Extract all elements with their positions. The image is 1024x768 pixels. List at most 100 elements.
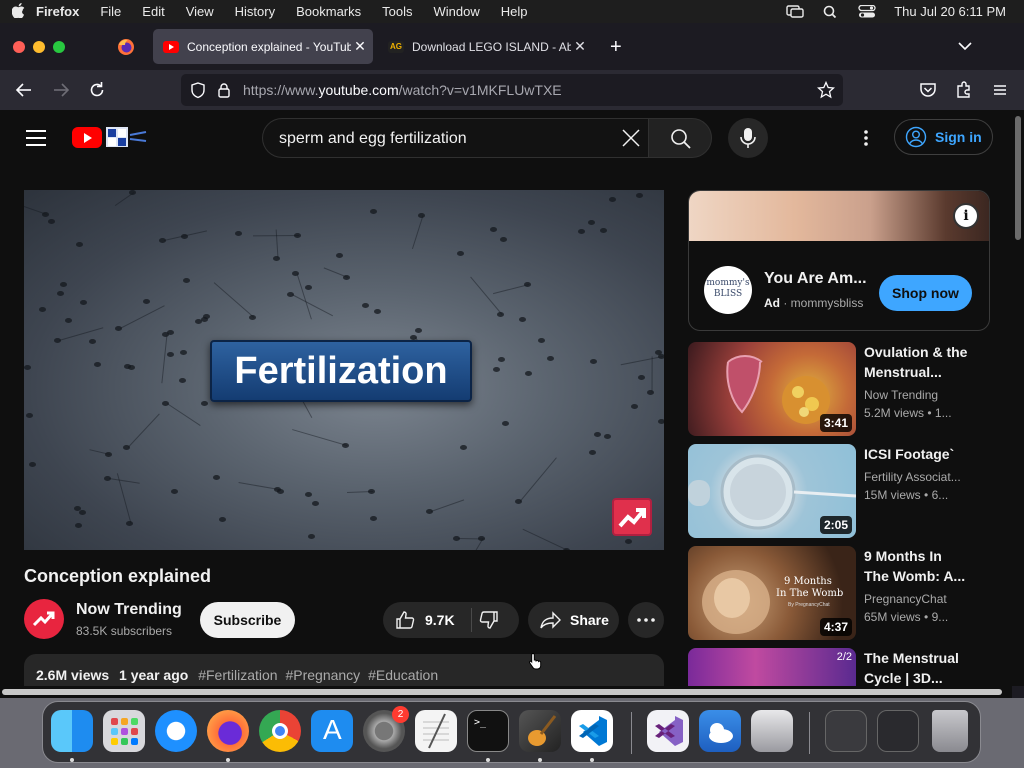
menu-file[interactable]: File	[100, 4, 121, 19]
ad-banner-image[interactable]: i	[689, 191, 989, 241]
hashtag-link[interactable]: #Education	[368, 667, 438, 683]
youtube-logo-icon[interactable]	[72, 127, 102, 148]
firefox-view-icon[interactable]	[116, 37, 136, 57]
video-thumbnail[interactable]: 3:41	[688, 342, 856, 436]
pocket-icon[interactable]	[918, 80, 938, 100]
recommended-video-title[interactable]: 9 Months In The Womb: A...	[864, 546, 974, 586]
menu-tools[interactable]: Tools	[382, 4, 412, 19]
recommended-video-title[interactable]: ICSI Footage`	[864, 444, 974, 464]
menubar-clock[interactable]: Thu Jul 20 6:11 PM	[894, 4, 1006, 19]
chrome-icon[interactable]	[259, 710, 301, 752]
recommended-video[interactable]: 2/2 The Menstrual Cycle | 3D...	[688, 648, 990, 686]
new-tab-button[interactable]: +	[610, 37, 622, 57]
search-input[interactable]: sperm and egg fertilization	[262, 118, 648, 158]
launchpad-icon[interactable]	[103, 710, 145, 752]
ad-info-icon[interactable]: i	[953, 203, 979, 229]
video-thumbnail[interactable]: 2/2	[688, 648, 856, 686]
ad-title[interactable]: You Are Am...	[764, 270, 867, 288]
control-center-icon[interactable]	[858, 5, 876, 18]
safari-icon[interactable]	[155, 710, 197, 752]
firefox-icon[interactable]	[207, 710, 249, 752]
like-button[interactable]: 9.7K	[383, 602, 471, 638]
recommended-video[interactable]: 9 Months In The Womb By PregnancyChat 4:…	[688, 546, 990, 640]
system-settings-icon[interactable]: 2	[363, 706, 409, 752]
close-tab-icon[interactable]: ✕	[571, 38, 589, 55]
disk-utility-icon[interactable]	[751, 710, 793, 752]
minimize-window-button[interactable]	[33, 41, 45, 53]
menu-app-name[interactable]: Firefox	[36, 4, 79, 19]
channel-name[interactable]: Now Trending	[76, 601, 182, 619]
bookmark-star-icon[interactable]	[817, 81, 835, 99]
tab-youtube[interactable]: Conception explained - YouTube ✕	[153, 29, 373, 64]
sperm-cell-decoration	[425, 509, 433, 515]
textedit-icon[interactable]	[415, 710, 457, 752]
recent-window-icon[interactable]	[825, 710, 867, 752]
back-arrow-icon[interactable]	[14, 80, 34, 100]
garageband-icon[interactable]	[519, 710, 561, 752]
menu-view[interactable]: View	[186, 4, 214, 19]
sign-in-button[interactable]: Sign in	[894, 119, 993, 155]
sperm-cell-decoration	[39, 306, 47, 312]
scrollbar-thumb[interactable]	[2, 689, 1002, 695]
vertical-scrollbar[interactable]	[1012, 110, 1024, 686]
lock-icon[interactable]	[215, 81, 233, 99]
youtube-doodle-icon[interactable]	[104, 124, 148, 150]
screen-mirroring-icon[interactable]	[786, 5, 804, 18]
search-button[interactable]	[648, 118, 712, 158]
recommended-video-title[interactable]: The Menstrual Cycle | 3D...	[864, 648, 974, 686]
menu-window[interactable]: Window	[434, 4, 480, 19]
thumbs-down-icon[interactable]	[479, 610, 499, 630]
description-box[interactable]: 2.6M views 1 year ago #Fertilization #Pr…	[24, 654, 664, 686]
weather-icon[interactable]	[699, 710, 741, 752]
menu-help[interactable]: Help	[501, 4, 528, 19]
spotlight-search-icon[interactable]	[822, 5, 840, 18]
menu-history[interactable]: History	[235, 4, 275, 19]
subscribe-button[interactable]: Subscribe	[200, 602, 295, 638]
more-options-icon[interactable]	[858, 128, 874, 148]
shield-icon[interactable]	[189, 81, 207, 99]
recommended-video[interactable]: 3:41 Ovulation & the Menstrual... Now Tr…	[688, 342, 990, 436]
channel-watermark-icon[interactable]	[612, 498, 652, 536]
hashtag-link[interactable]: #Pregnancy	[285, 667, 360, 683]
video-thumbnail[interactable]: 9 Months In The Womb By PregnancyChat 4:…	[688, 546, 856, 640]
share-button[interactable]: Share	[528, 602, 619, 638]
clear-search-icon[interactable]	[620, 127, 642, 149]
sperm-cell-decoration	[589, 359, 597, 365]
visual-studio-icon[interactable]	[647, 710, 689, 752]
menu-bookmarks[interactable]: Bookmarks	[296, 4, 361, 19]
apple-menu-icon[interactable]	[0, 2, 36, 21]
shop-now-button[interactable]: Shop now	[879, 275, 972, 311]
scrollbar-thumb[interactable]	[1015, 116, 1021, 240]
recommended-channel[interactable]: Fertility Associat...	[864, 470, 984, 484]
close-tab-icon[interactable]: ✕	[351, 38, 369, 55]
voice-search-button[interactable]	[728, 118, 768, 158]
horizontal-scrollbar[interactable]	[0, 686, 1012, 698]
video-player[interactable]: Fertilization	[24, 190, 664, 550]
recommended-channel[interactable]: Now Trending	[864, 388, 984, 402]
zoom-window-button[interactable]	[53, 41, 65, 53]
trash-icon[interactable]	[932, 710, 968, 752]
finder-icon[interactable]	[51, 710, 93, 752]
address-bar[interactable]: https://www.youtube.com/watch?v=v1MKFLUw…	[181, 74, 843, 106]
extensions-puzzle-icon[interactable]	[954, 80, 974, 100]
chevron-down-icon[interactable]	[958, 39, 972, 53]
tab-lego-island[interactable]: AG Download LEGO ISLAND - Aband ✕	[378, 29, 593, 64]
hashtag-link[interactable]: #Fertilization	[198, 667, 277, 683]
app-store-icon[interactable]: A	[311, 710, 353, 752]
forward-arrow-icon[interactable]	[51, 80, 71, 100]
advertiser-logo[interactable]: mommy's BLISS	[704, 266, 752, 314]
reload-icon[interactable]	[87, 80, 107, 100]
recommended-channel[interactable]: PregnancyChat	[864, 592, 984, 606]
guide-menu-icon[interactable]	[26, 130, 46, 146]
more-actions-button[interactable]	[628, 602, 664, 638]
channel-avatar[interactable]	[24, 599, 64, 639]
vscode-icon[interactable]	[571, 710, 613, 752]
close-window-button[interactable]	[13, 41, 25, 53]
recommended-video[interactable]: 2:05 ICSI Footage` Fertility Associat...…	[688, 444, 990, 538]
menu-edit[interactable]: Edit	[142, 4, 164, 19]
terminal-icon[interactable]: >_	[467, 710, 509, 752]
recommended-video-title[interactable]: Ovulation & the Menstrual...	[864, 342, 974, 382]
hamburger-menu-icon[interactable]	[990, 80, 1010, 100]
recent-window-icon[interactable]	[877, 710, 919, 752]
video-thumbnail[interactable]: 2:05	[688, 444, 856, 538]
